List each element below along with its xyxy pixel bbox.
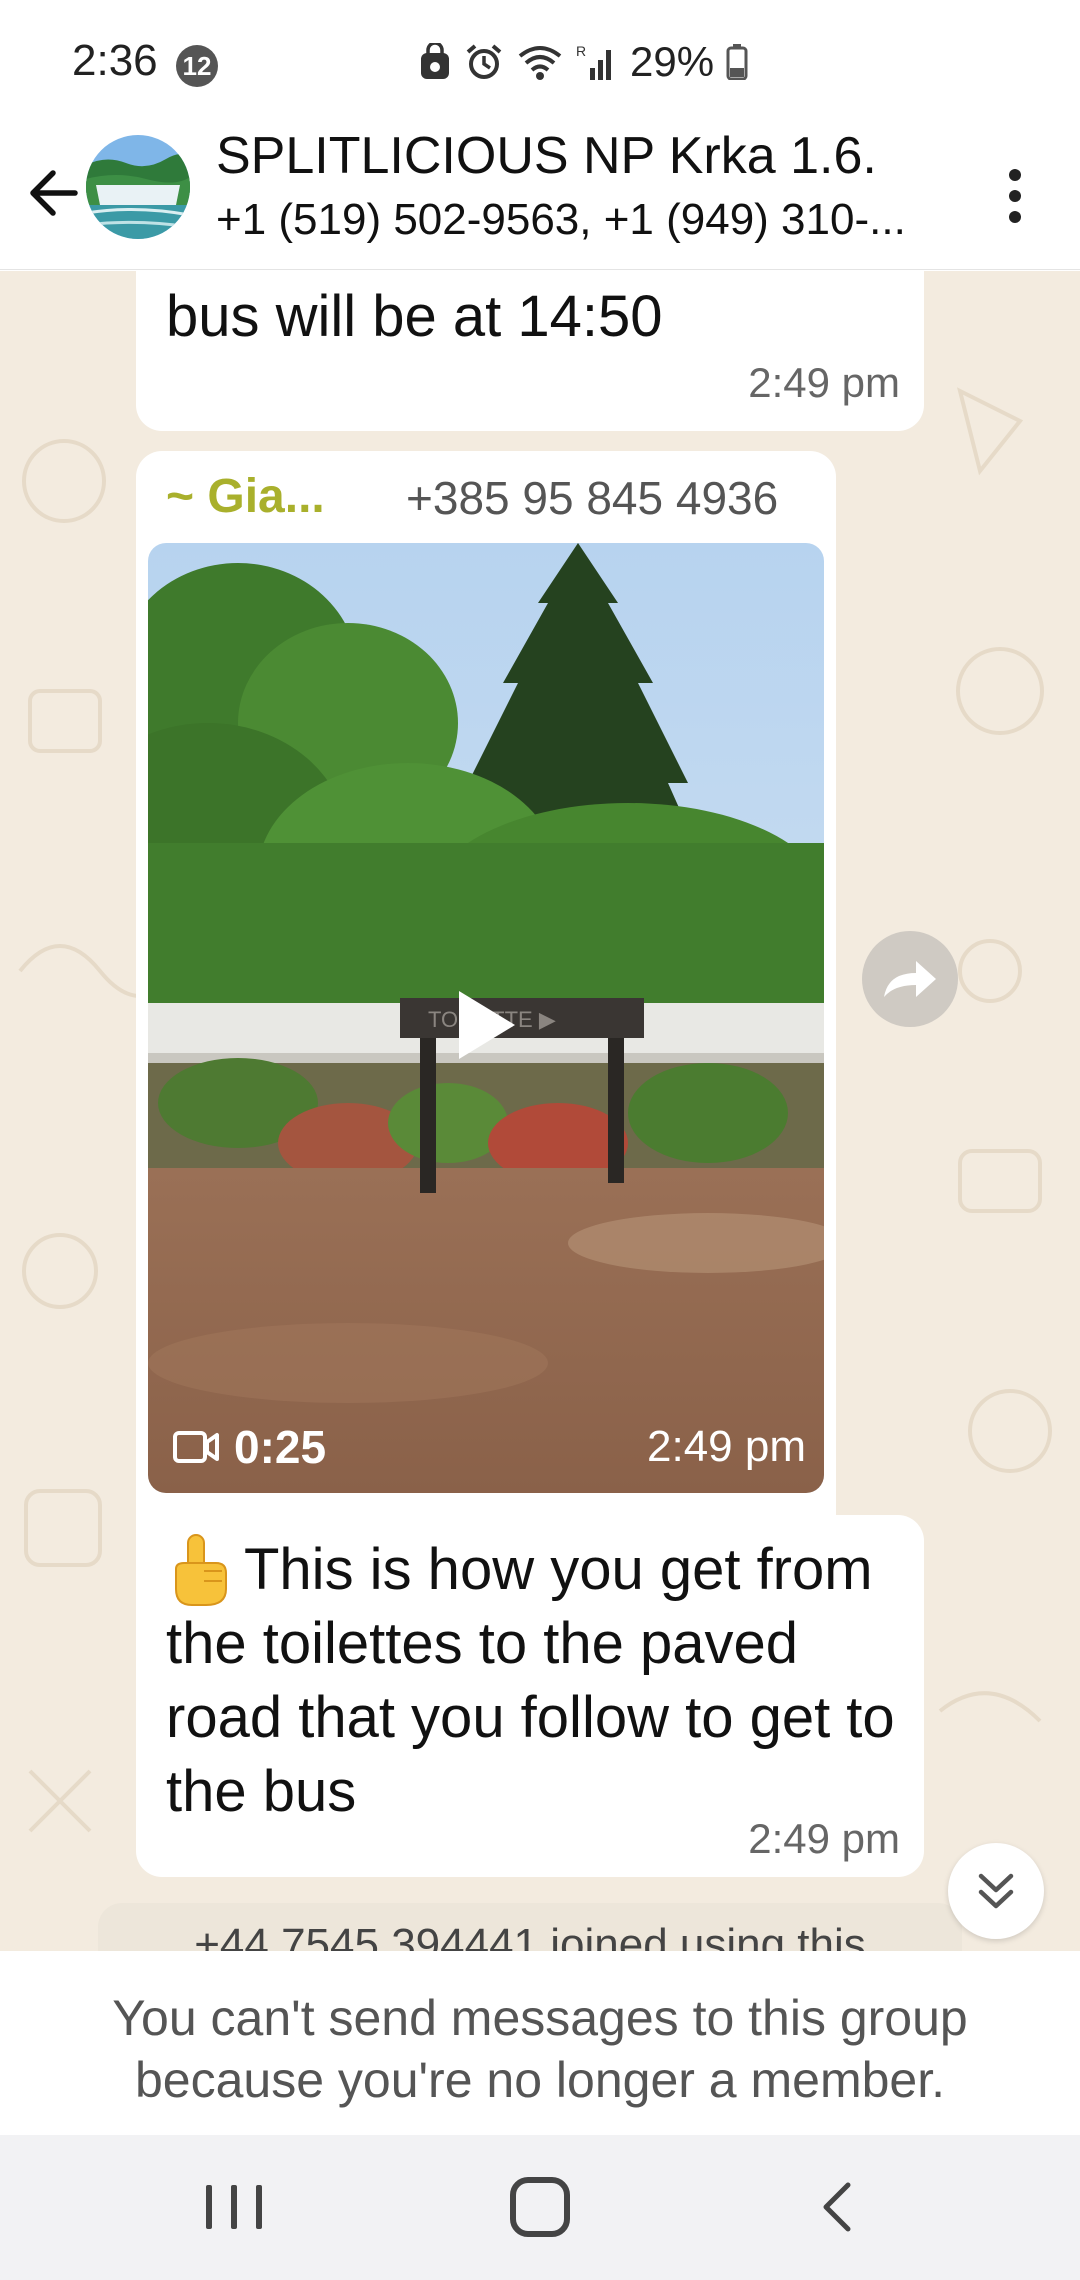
group-title[interactable]: SPLITLICIOUS NP Krka 1.6. <box>216 124 877 188</box>
double-chevron-down-icon <box>978 1873 1014 1909</box>
message-timestamp: 2:49 pm <box>748 1815 900 1862</box>
bar-icon <box>206 2185 212 2229</box>
play-button[interactable] <box>444 983 528 1067</box>
status-bar: 2:36 12 R 29% <box>0 0 1080 120</box>
system-message: +44 7545 394441 joined using this <box>98 1903 962 1951</box>
message-timestamp: 2:49 pm <box>748 359 900 406</box>
system-nav-bar <box>0 2135 1080 2280</box>
message-text: This is how you get from the toilettes t… <box>166 1537 895 1824</box>
forward-icon <box>884 961 936 997</box>
home-button[interactable] <box>510 2177 570 2237</box>
dot-icon <box>1009 169 1021 181</box>
message-bubble[interactable]: This is how you get from the toilettes t… <box>136 1515 924 1877</box>
nav-back-button[interactable] <box>812 2179 868 2235</box>
dot-icon <box>1009 211 1021 223</box>
scroll-to-bottom-button[interactable] <box>948 1843 1044 1939</box>
video-duration: 0:25 <box>172 1417 326 1477</box>
arrow-left-icon <box>30 170 78 216</box>
video-thumbnail[interactable]: TOILETTE ▶ 0:25 2:49 pm <box>148 543 824 1493</box>
recent-apps-button[interactable] <box>206 2185 262 2229</box>
play-icon <box>459 991 515 1059</box>
group-avatar[interactable] <box>86 135 190 239</box>
status-icons: R 29% <box>418 38 748 85</box>
video-duration-label: 0:25 <box>234 1421 327 1473</box>
bar-icon <box>256 2185 262 2229</box>
forward-button[interactable] <box>862 931 958 1027</box>
sender-name[interactable]: ~ Gia... <box>166 469 325 524</box>
notification-count-badge: 12 <box>176 45 218 87</box>
message-timestamp: 2:49 pm <box>647 1422 806 1471</box>
battery-icon <box>726 44 748 80</box>
waterfall-photo <box>86 135 190 239</box>
message-bubble[interactable]: bus will be at 14:50 2:49 pm <box>136 271 924 431</box>
more-options-button[interactable] <box>990 156 1040 236</box>
message-text-container: This is how you get from the toilettes t… <box>166 1533 906 1829</box>
bar-icon <box>231 2185 237 2229</box>
group-members[interactable]: +1 (519) 502-9563, +1 (949) 310-... <box>216 192 956 248</box>
chat-area[interactable]: bus will be at 14:50 2:49 pm ~ Gia... +3… <box>0 271 1080 1951</box>
chat-header: SPLITLICIOUS NP Krka 1.6. +1 (519) 502-9… <box>0 120 1080 270</box>
chevron-left-icon <box>823 2182 851 2232</box>
wifi-icon <box>518 46 562 80</box>
video-camera-icon <box>173 1431 219 1463</box>
alarm-icon <box>466 44 502 79</box>
dot-icon <box>1009 190 1021 202</box>
battery-percentage: 29% <box>630 38 715 85</box>
pointing-up-emoji-icon <box>166 1533 244 1607</box>
bag-icon <box>421 43 449 79</box>
status-time: 2:36 <box>72 36 158 85</box>
footer: You can't send messages to this group be… <box>0 1951 1080 2135</box>
back-button[interactable] <box>18 158 88 228</box>
signal-icon: R <box>576 43 611 80</box>
svg-text:R: R <box>576 43 586 59</box>
message-text: bus will be at 14:50 <box>166 284 663 349</box>
not-member-notice: You can't send messages to this group be… <box>112 1990 968 2108</box>
sender-phone: +385 95 845 4936 <box>406 472 779 524</box>
